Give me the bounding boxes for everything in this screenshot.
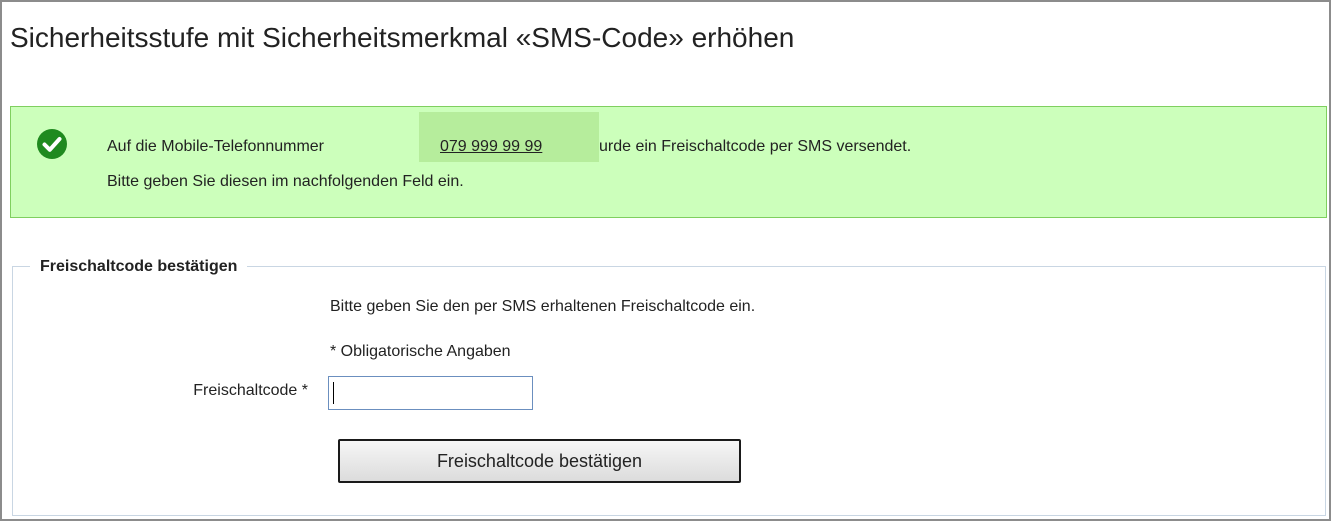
- code-input[interactable]: [328, 376, 533, 410]
- checkmark-circle-icon: [37, 129, 67, 159]
- notification-line-2: Bitte geben Sie diesen im nachfolgenden …: [107, 173, 464, 190]
- success-notification: Auf die Mobile-Telefonnummer 079 999 99 …: [10, 106, 1327, 218]
- page-title: Sicherheitsstufe mit Sicherheitsmerkmal …: [10, 22, 795, 53]
- phone-number-link[interactable]: 079 999 99 99: [440, 138, 542, 156]
- code-field-label: Freischaltcode *: [193, 382, 308, 399]
- fieldset-legend: Freischaltcode bestätigen: [30, 258, 248, 276]
- notification-line-1-suffix: urde ein Freischaltcode per SMS versende…: [599, 138, 912, 155]
- notification-line-1-prefix: Auf die Mobile-Telefonnummer: [107, 138, 324, 155]
- required-fields-note: * Obligatorische Angaben: [330, 343, 511, 360]
- confirm-code-button[interactable]: Freischaltcode bestätigen: [338, 439, 741, 483]
- form-instruction: Bitte geben Sie den per SMS erhaltenen F…: [330, 298, 756, 315]
- text-caret: [333, 382, 334, 404]
